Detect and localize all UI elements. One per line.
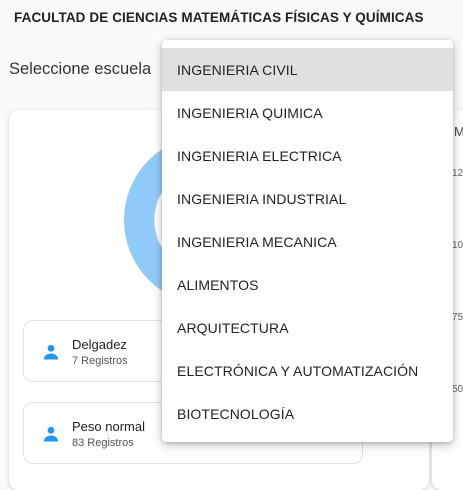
category-name: Delgadez bbox=[72, 337, 127, 352]
axis-tick: 125 bbox=[452, 168, 463, 179]
side-chart-title: M bbox=[454, 124, 463, 139]
person-icon bbox=[43, 426, 59, 442]
dropdown-option-arquitectura[interactable]: ARQUITECTURA bbox=[162, 306, 453, 349]
dropdown-option-ingenieria-electrica[interactable]: INGENIERIA ELECTRICA bbox=[162, 134, 453, 177]
dropdown-option-electronica-automatizacion[interactable]: ELECTRÓNICA Y AUTOMATIZACIÓN bbox=[162, 349, 453, 392]
school-dropdown-menu: INGENIERIA CIVIL INGENIERIA QUIMICA INGE… bbox=[162, 40, 453, 442]
dropdown-option-ingenieria-mecanica[interactable]: INGENIERIA MECANICA bbox=[162, 220, 453, 263]
school-select-label[interactable]: Seleccione escuela bbox=[9, 60, 151, 79]
category-count: 83 Registros bbox=[72, 437, 134, 449]
dropdown-option-biotecnologia[interactable]: BIOTECNOLOGÍA bbox=[162, 392, 453, 435]
dropdown-option-ingenieria-quimica[interactable]: INGENIERIA QUIMICA bbox=[162, 91, 453, 134]
dropdown-option-alimentos[interactable]: ALIMENTOS bbox=[162, 263, 453, 306]
axis-tick: 100 bbox=[452, 240, 463, 251]
dropdown-option-ingenieria-civil[interactable]: INGENIERIA CIVIL bbox=[162, 48, 453, 91]
dropdown-option-ingenieria-industrial[interactable]: INGENIERIA INDUSTRIAL bbox=[162, 177, 453, 220]
category-name: Peso normal bbox=[72, 419, 145, 434]
axis-tick: 75 bbox=[452, 312, 463, 323]
category-count: 7 Registros bbox=[72, 355, 128, 367]
person-icon bbox=[43, 344, 59, 360]
page-title: FACULTAD DE CIENCIAS MATEMÁTICAS FÍSICAS… bbox=[14, 10, 424, 25]
axis-tick: 50 bbox=[452, 384, 463, 395]
